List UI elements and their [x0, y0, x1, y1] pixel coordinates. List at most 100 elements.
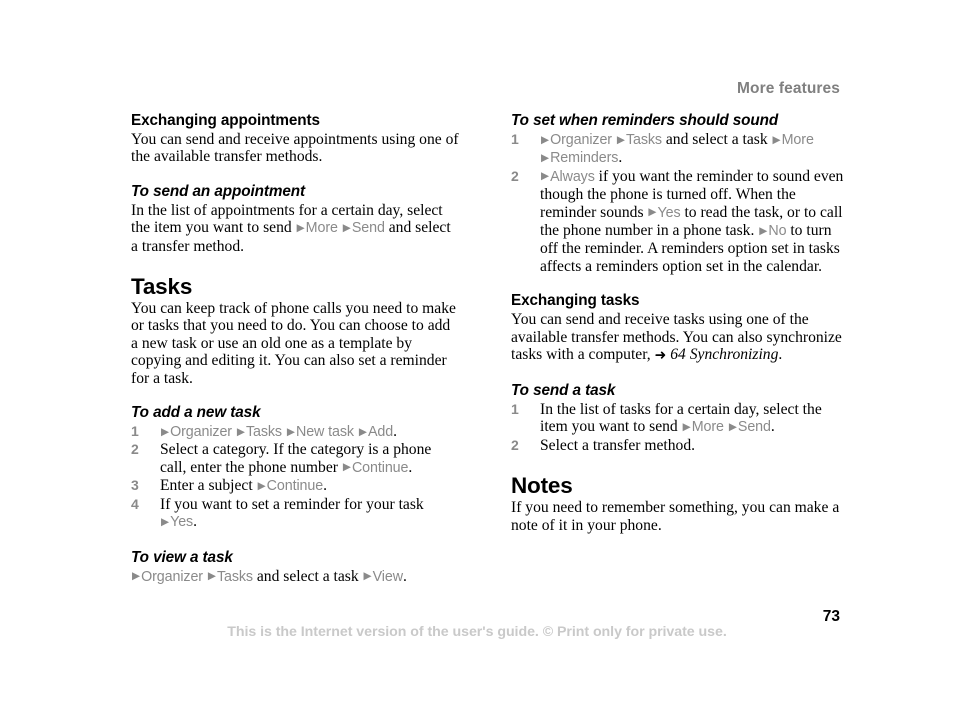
ui-token-tasks: Tasks: [625, 132, 662, 148]
text-period: .: [323, 477, 327, 495]
ui-token-send: Send: [351, 220, 385, 237]
text-line: reminder sounds: [540, 203, 644, 221]
paragraph-notes: If you need to remember something, you c…: [511, 499, 846, 534]
arrow-icon: ▶: [759, 224, 768, 237]
text-line: item you want to send: [540, 418, 678, 436]
arrow-icon: ▶: [161, 425, 170, 438]
heading-to-send-an-appointment: To send an appointment: [131, 182, 305, 200]
list-item: 2 Select a transfer method.: [511, 437, 846, 454]
arrow-icon: ▶: [728, 420, 737, 433]
paragraph-to-send-an-appointment: In the list of appointments for a certai…: [131, 202, 461, 255]
ui-token-view: View: [372, 568, 403, 585]
text-period: .: [618, 149, 623, 167]
ui-token-continue: Continue: [351, 459, 409, 476]
text-line: and select a task: [665, 131, 768, 148]
text-line: If you need to remember something, you c…: [511, 499, 829, 517]
text-line: call, enter the phone number: [160, 458, 338, 476]
arrow-icon: ▶: [207, 570, 216, 582]
text-period: .: [393, 423, 397, 441]
heading-to-view-a-task: To view a task: [131, 548, 233, 566]
list-item: 1 ▶Organizer ▶Tasks and select a task ▶M…: [511, 131, 846, 168]
text-line: Enter a subject: [160, 477, 253, 495]
list-item: 3 Enter a subject ▶Continue.: [131, 477, 461, 495]
left-column: Exchanging appointments You can send and…: [131, 112, 461, 586]
step-number: 3: [131, 477, 139, 494]
arrow-icon: ▶: [236, 425, 245, 438]
arrow-icon: ▶: [616, 133, 625, 146]
ui-token-organizer: Organizer: [170, 424, 232, 441]
text-line: You can keep track of phone calls you ne…: [131, 300, 419, 318]
steps-to-send-a-task: 1 In the list of tasks for a certain day…: [511, 401, 846, 454]
list-item: 1 ▶Organizer ▶Tasks ▶New task ▶Add.: [131, 423, 461, 441]
step-number: 1: [511, 131, 519, 147]
ui-token-continue: Continue: [266, 478, 324, 495]
arrow-icon: ▶: [682, 420, 691, 433]
ui-token-tasks: Tasks: [216, 568, 253, 585]
text-line: If you want to set a reminder for your t…: [160, 495, 424, 513]
arrow-icon: ▶: [257, 479, 266, 492]
ui-token-organizer: Organizer: [550, 132, 612, 148]
ui-token-organizer: Organizer: [141, 568, 203, 585]
ui-token-always: Always: [550, 168, 595, 185]
arrow-icon: ▶: [363, 570, 372, 582]
arrow-icon: ▶: [342, 461, 351, 474]
text-line: Select a category. If the category is a …: [160, 441, 432, 459]
ui-token-more: More: [305, 220, 338, 237]
cross-reference-link[interactable]: 64 Synchronizing: [670, 346, 778, 363]
text-line: and select: [388, 219, 451, 237]
ui-token-tasks: Tasks: [245, 424, 282, 441]
arrow-icon: ▶: [161, 515, 170, 528]
text-line: to read the task, or to: [684, 203, 817, 221]
footer-notice: This is the Internet version of the user…: [227, 624, 727, 640]
step-number: 2: [131, 441, 139, 458]
text-line: the item you want to send: [131, 219, 292, 237]
arrow-icon: ▶: [541, 133, 550, 146]
list-item: 1 In the list of tasks for a certain day…: [511, 401, 846, 437]
heading-tasks: Tasks: [131, 274, 193, 300]
step-number: 1: [511, 400, 519, 417]
text-period: .: [770, 418, 775, 436]
ui-token-add: Add: [367, 424, 394, 441]
text-period: .: [778, 346, 783, 364]
text-line: and select a task: [256, 567, 359, 585]
heading-to-send-a-task: To send a task: [511, 381, 616, 399]
heading-to-set-when-reminders-should-sound: To set when reminders should sound: [511, 112, 779, 129]
steps-to-set-when-reminders-should-sound: 1 ▶Organizer ▶Tasks and select a task ▶M…: [511, 131, 846, 275]
ui-token-yes: Yes: [170, 514, 194, 531]
text-line: tasks with a computer,: [511, 346, 651, 364]
text-line: if you want the reminder to sound: [598, 167, 811, 185]
right-column: To set when reminders should sound 1 ▶Or…: [511, 112, 846, 534]
ui-token-no: No: [768, 223, 787, 240]
text-line: In the list of appointments for a certai…: [131, 201, 443, 219]
heading-to-add-a-new-task: To add a new task: [131, 404, 261, 422]
heading-exchanging-tasks: Exchanging tasks: [511, 292, 640, 310]
ui-token-send: Send: [737, 419, 771, 436]
paragraph-exchanging-appointments: You can send and receive appointments us…: [131, 131, 461, 166]
arrow-icon: ▶: [132, 570, 141, 582]
ui-token-reminders: Reminders: [550, 150, 619, 167]
text-line: copying and editing it. You can also set…: [131, 352, 447, 370]
text-period: .: [402, 567, 407, 585]
step-number: 1: [131, 423, 139, 440]
steps-to-add-a-new-task: 1 ▶Organizer ▶Tasks ▶New task ▶Add. 2 Se…: [131, 423, 461, 531]
list-item: 2 Select a category. If the category is …: [131, 441, 461, 477]
text-line: Select a transfer method.: [540, 436, 696, 454]
arrow-icon: ▶: [296, 221, 305, 234]
list-item: 2 ▶Always if you want the reminder to so…: [511, 168, 846, 275]
heading-exchanging-appointments: Exchanging appointments: [131, 112, 320, 129]
paragraph-to-view-a-task: ▶Organizer ▶Tasks and select a task ▶Vie…: [131, 568, 461, 586]
ui-token-yes: Yes: [657, 204, 681, 221]
arrow-icon: ▶: [772, 133, 781, 146]
paragraph-tasks: You can keep track of phone calls you ne…: [131, 300, 461, 387]
document-page: More features Exchanging appointments Yo…: [0, 0, 954, 710]
arrow-icon: ▶: [358, 425, 367, 438]
step-number: 2: [511, 436, 519, 453]
heading-notes: Notes: [511, 473, 573, 499]
arrow-icon: ▶: [541, 151, 550, 164]
running-header-title: More features: [737, 80, 840, 97]
